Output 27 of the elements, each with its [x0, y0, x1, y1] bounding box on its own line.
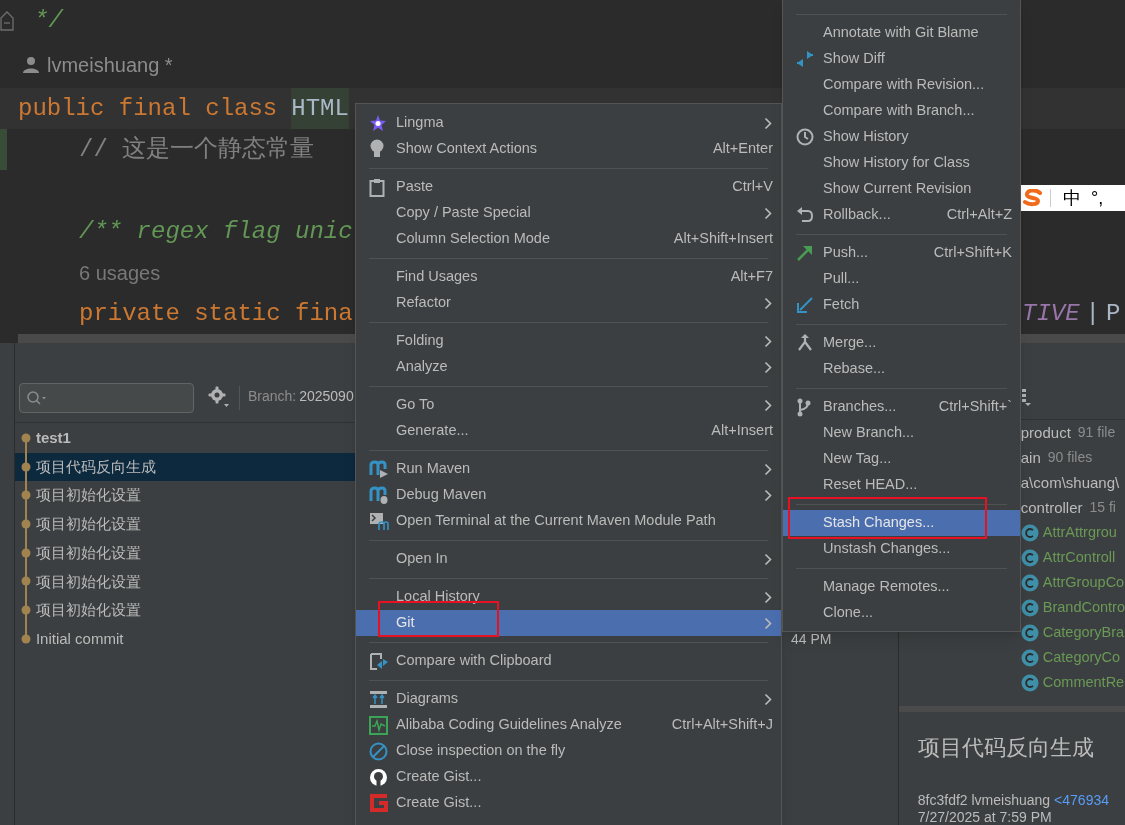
commit-hash-author: 8fc3fdf2 lvmeishuang: [917, 792, 1051, 809]
code-keyword: public final class: [18, 93, 278, 124]
file-count: 90 files: [1047, 448, 1093, 468]
commit-message: 项目初始化设置: [35, 571, 141, 592]
code-comment: /** regex flag unic: [79, 216, 353, 247]
file-count: 91 file: [1077, 423, 1116, 443]
code-token: TIVE: [1022, 298, 1080, 329]
commit-title: 项目代码反向生成: [917, 734, 1095, 762]
file-count: 15 fi: [1089, 498, 1116, 518]
commit-date: 44 PM: [790, 629, 832, 649]
commit-date: 7/27/2025 at 7:59 PM: [917, 809, 1053, 825]
commit-message: Initial commit: [35, 628, 124, 649]
code-author: lvmeishuang *: [47, 53, 173, 78]
code-comment: */: [34, 6, 63, 36]
class-name: HTML: [291, 88, 349, 129]
code-token: |: [1085, 298, 1100, 329]
code-keyword: private static fina: [79, 298, 353, 329]
usages-hint: 6 usages: [79, 260, 161, 286]
commit-message: 项目初始化设置: [35, 600, 141, 621]
code-token: P: [1106, 298, 1121, 329]
commit-message: 项目初始化设置: [35, 542, 141, 563]
commit-message: 项目代码反向生成: [35, 456, 156, 477]
branch-label: Branch:: [247, 387, 297, 406]
commit-message: test1: [35, 428, 71, 449]
commit-message: 项目初始化设置: [35, 514, 141, 535]
commit-message: 项目初始化设置: [35, 485, 141, 506]
code-comment: // 这是一个静态常量: [79, 134, 315, 165]
